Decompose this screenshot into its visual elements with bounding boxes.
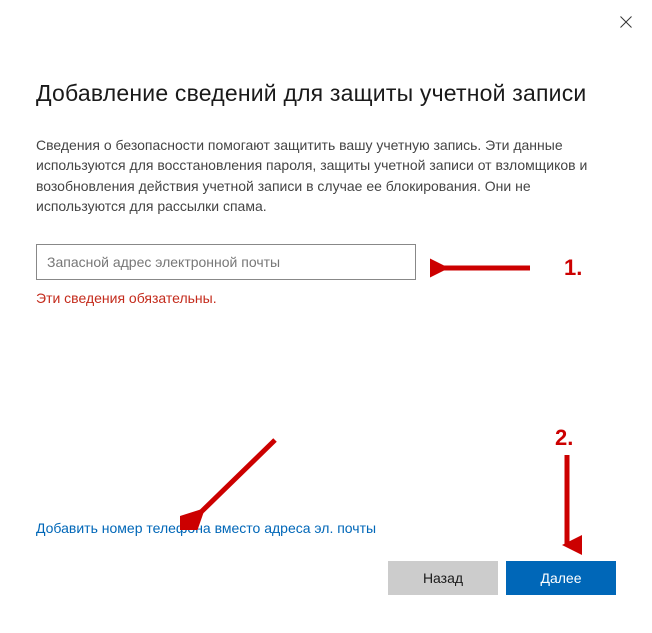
add-phone-link[interactable]: Добавить номер телефона вместо адреса эл… [36,520,376,536]
close-button[interactable] [614,10,638,34]
arrow-diagonal-icon [180,430,290,530]
content-area: Добавление сведений для защиты учетной з… [0,0,652,306]
button-bar: Назад Далее [388,561,616,595]
alt-link-area: Добавить номер телефона вместо адреса эл… [36,520,376,538]
error-message: Эти сведения обязательны. [36,290,616,306]
input-row [36,244,616,280]
backup-email-input[interactable] [36,244,416,280]
back-button[interactable]: Назад [388,561,498,595]
description-text: Сведения о безопасности помогают защитит… [36,135,616,216]
next-button[interactable]: Далее [506,561,616,595]
annotation-2-label: 2. [555,425,573,451]
arrow-down-icon [552,450,582,560]
page-title: Добавление сведений для защиты учетной з… [36,80,616,107]
annotation-2-arrow [552,450,582,565]
dialog-window: Добавление сведений для защиты учетной з… [0,0,652,633]
close-icon [620,16,632,28]
